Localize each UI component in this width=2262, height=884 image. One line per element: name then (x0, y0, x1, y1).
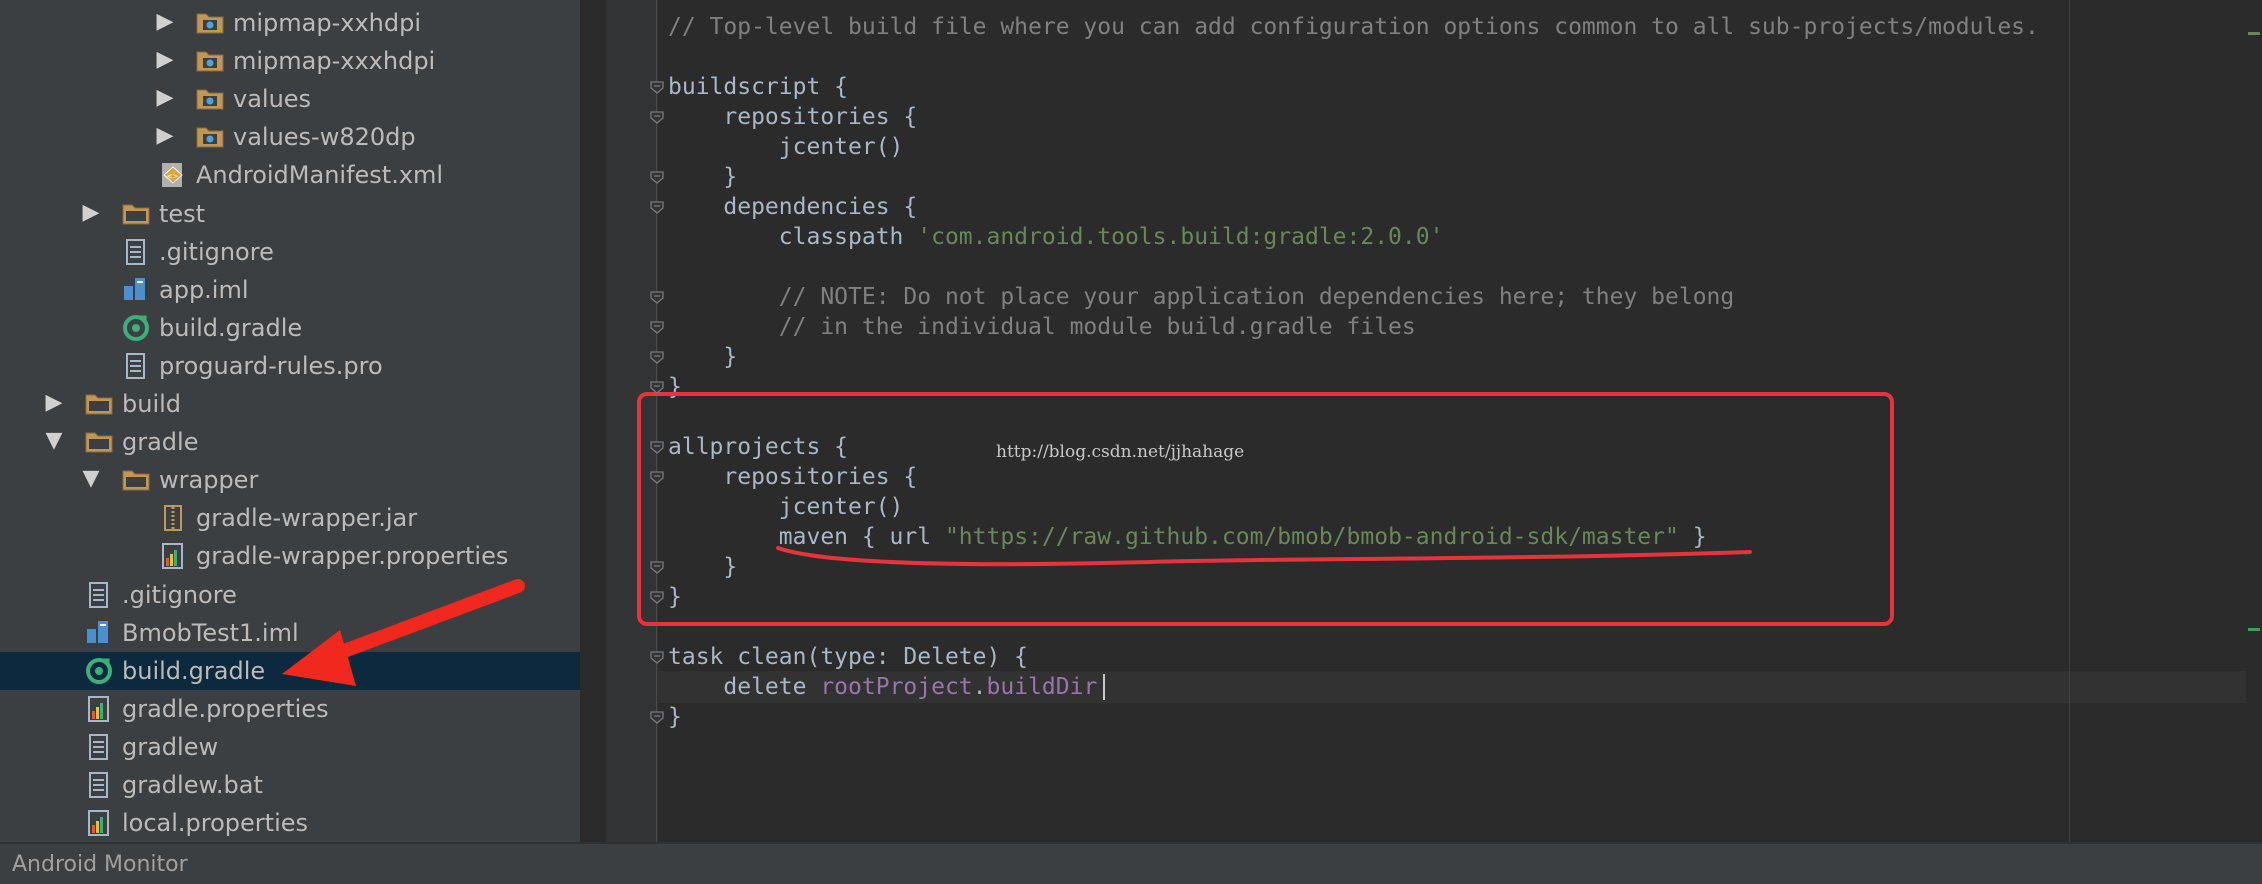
annotation-underline (776, 546, 1752, 567)
fold-marker-icon[interactable] (649, 109, 665, 125)
fold-marker-icon[interactable] (649, 469, 665, 485)
fold-marker-icon[interactable] (649, 319, 665, 335)
annotation-arrow-head (282, 630, 356, 686)
fold-marker-icon[interactable] (649, 649, 665, 665)
annotation-overlay (282, 546, 1752, 686)
fold-marker-icon[interactable] (649, 169, 665, 185)
fold-marker-icon[interactable] (649, 379, 665, 395)
fold-marker-icon[interactable] (649, 559, 665, 575)
bottom-tool-bar: Android Monitor (0, 842, 2262, 884)
fold-marker-icon[interactable] (649, 349, 665, 365)
fold-marker-icon[interactable] (649, 439, 665, 455)
annotation-arrow-shaft (313, 579, 525, 667)
fold-marker-icon[interactable] (649, 79, 665, 95)
fold-marker-icon[interactable] (649, 709, 665, 725)
fold-marker-icon[interactable] (649, 589, 665, 605)
fold-marker-icon[interactable] (649, 199, 665, 215)
fold-marker-icon[interactable] (649, 289, 665, 305)
android-monitor-tab[interactable]: Android Monitor (12, 852, 188, 877)
